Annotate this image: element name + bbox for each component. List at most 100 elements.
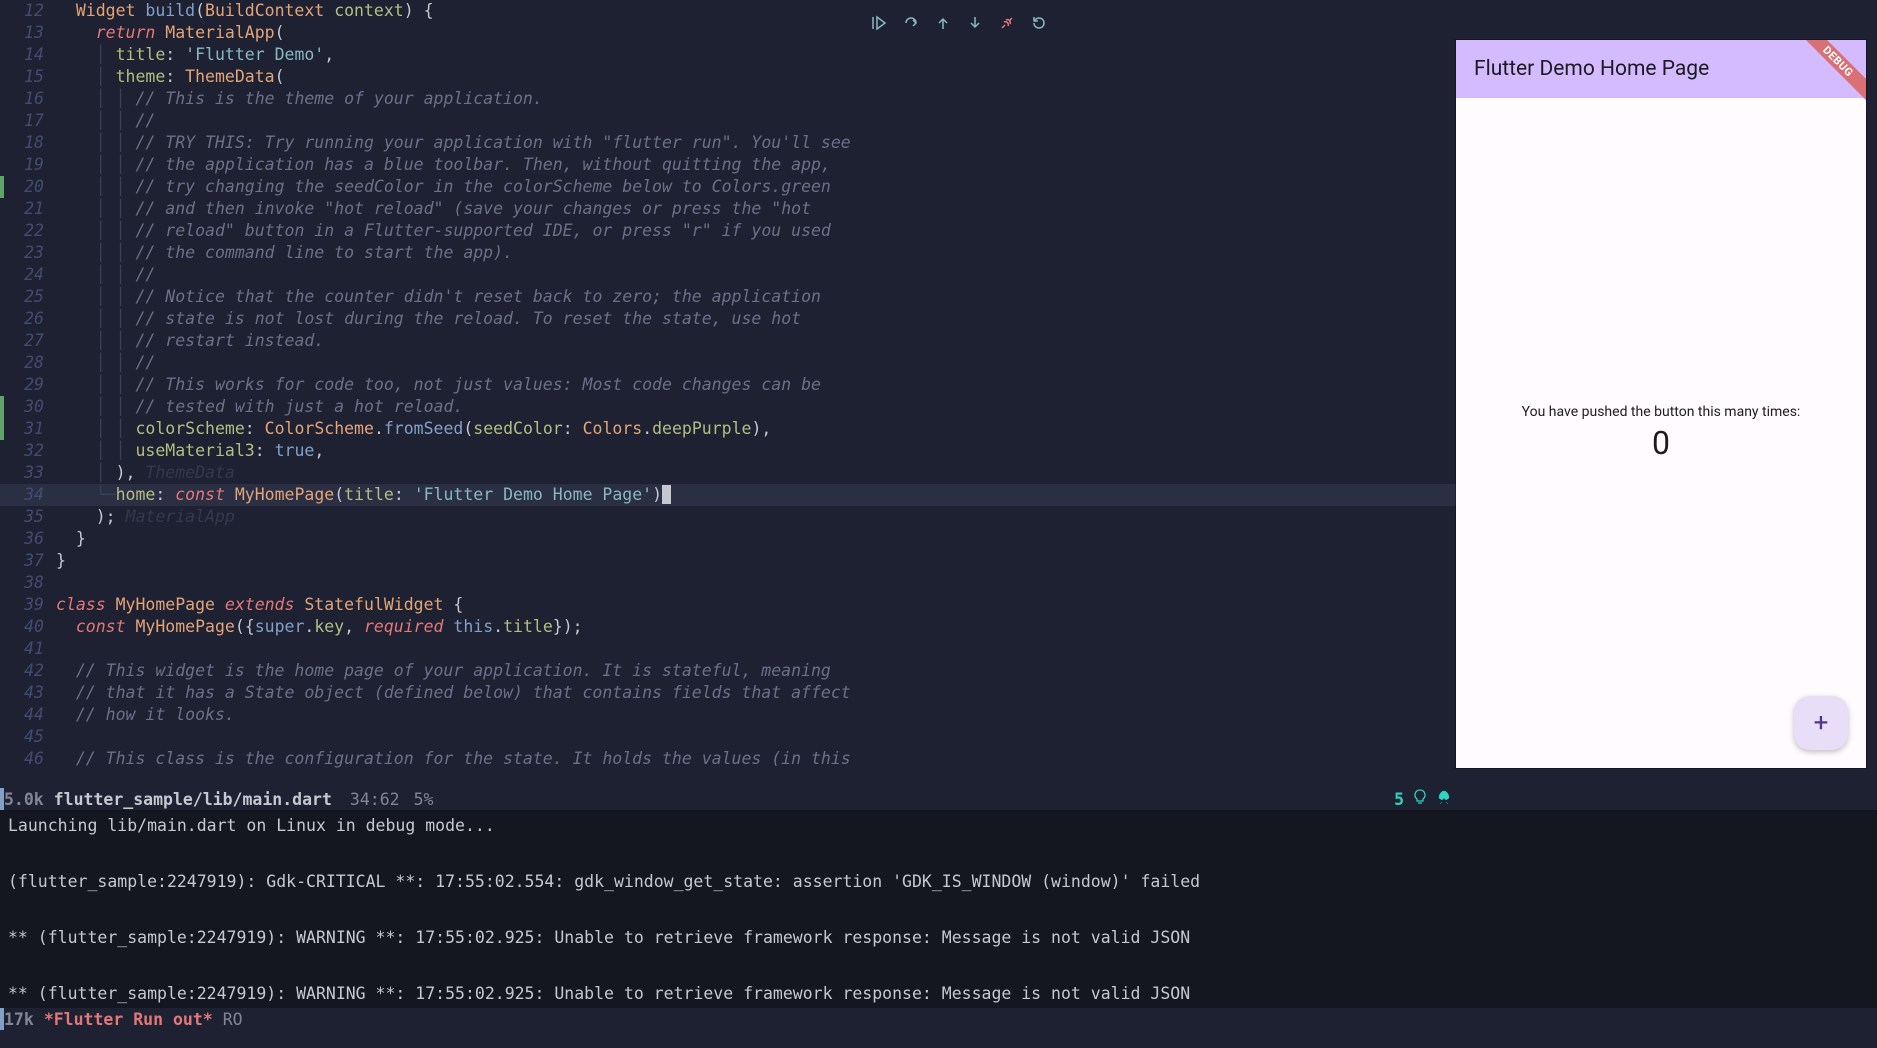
line-number: 37 — [0, 550, 56, 572]
code-line[interactable]: 16 │ │ // This is the theme of your appl… — [0, 88, 1456, 110]
line-number: 38 — [0, 572, 56, 594]
code-line[interactable]: 28 │ │ // — [0, 352, 1456, 374]
code-line[interactable]: 31 │ │ colorScheme: ColorScheme.fromSeed… — [0, 418, 1456, 440]
code-content[interactable]: │ │ colorScheme: ColorScheme.fromSeed(se… — [56, 418, 1456, 440]
code-content[interactable]: │ │ // try changing the seedColor in the… — [56, 176, 1456, 198]
code-line[interactable]: 30 │ │ // tested with just a hot reload. — [0, 396, 1456, 418]
code-line[interactable]: 13 return MaterialApp( — [0, 22, 1456, 44]
line-number: 21 — [0, 198, 56, 220]
code-content[interactable]: // This widget is the home page of your … — [56, 660, 1456, 682]
code-line[interactable]: 43 // that it has a State object (define… — [0, 682, 1456, 704]
line-number: 44 — [0, 704, 56, 726]
line-number: 23 — [0, 242, 56, 264]
code-line[interactable]: 46 // This class is the configuration fo… — [0, 748, 1456, 770]
code-content[interactable] — [56, 572, 1456, 594]
line-number: 18 — [0, 132, 56, 154]
code-content[interactable]: const MyHomePage({super.key, required th… — [56, 616, 1456, 638]
code-content[interactable]: Widget build(BuildContext context) { — [56, 0, 1456, 22]
line-number: 24 — [0, 264, 56, 286]
code-content[interactable]: │ │ // TRY THIS: Try running your applic… — [56, 132, 1456, 154]
code-content[interactable]: // This class is the configuration for t… — [56, 748, 1456, 770]
code-line[interactable]: 25 │ │ // Notice that the counter didn't… — [0, 286, 1456, 308]
file-size: 5.0k — [4, 790, 44, 809]
code-line[interactable]: 24 │ │ // — [0, 264, 1456, 286]
continue-button[interactable] — [870, 14, 888, 32]
code-content[interactable]: └─home: const MyHomePage(title: 'Flutter… — [56, 484, 1456, 506]
code-line[interactable]: 27 │ │ // restart instead. — [0, 330, 1456, 352]
step-over-button[interactable] — [902, 14, 920, 32]
step-out-button[interactable] — [934, 14, 952, 32]
code-content[interactable] — [56, 726, 1456, 748]
code-line[interactable]: 17 │ │ // — [0, 110, 1456, 132]
line-number: 43 — [0, 682, 56, 704]
code-content[interactable]: ); MaterialApp — [56, 506, 1456, 528]
disconnect-button[interactable] — [998, 14, 1016, 32]
code-line[interactable]: 37} — [0, 550, 1456, 572]
code-line[interactable]: 20 │ │ // try changing the seedColor in … — [0, 176, 1456, 198]
line-number: 42 — [0, 660, 56, 682]
rocket-icon[interactable] — [1436, 789, 1452, 809]
code-content[interactable]: │ │ // state is not lost during the relo… — [56, 308, 1456, 330]
code-content[interactable]: │ │ // — [56, 110, 1456, 132]
code-editor[interactable]: 12 Widget build(BuildContext context) {1… — [0, 0, 1456, 788]
code-content[interactable]: │ │ useMaterial3: true, — [56, 440, 1456, 462]
code-line[interactable]: 26 │ │ // state is not lost during the r… — [0, 308, 1456, 330]
code-line[interactable]: 33 │ ), ThemeData — [0, 462, 1456, 484]
code-content[interactable]: │ │ // — [56, 264, 1456, 286]
code-content[interactable]: │ │ // This works for code too, not just… — [56, 374, 1456, 396]
code-content[interactable]: │ │ // and then invoke "hot reload" (sav… — [56, 198, 1456, 220]
code-line[interactable]: 39class MyHomePage extends StatefulWidge… — [0, 594, 1456, 616]
code-content[interactable]: │ │ // tested with just a hot reload. — [56, 396, 1456, 418]
floating-action-button[interactable]: + — [1794, 696, 1848, 750]
terminal-buffer-name: *Flutter Run out* — [44, 1010, 213, 1029]
code-content[interactable] — [56, 638, 1456, 660]
code-line[interactable]: 23 │ │ // the command line to start the … — [0, 242, 1456, 264]
code-content[interactable]: │ │ // the command line to start the app… — [56, 242, 1456, 264]
code-content[interactable]: class MyHomePage extends StatefulWidget … — [56, 594, 1456, 616]
code-line[interactable]: 18 │ │ // TRY THIS: Try running your app… — [0, 132, 1456, 154]
code-line[interactable]: 40 const MyHomePage({super.key, required… — [0, 616, 1456, 638]
lightbulb-icon[interactable] — [1412, 789, 1428, 809]
code-content[interactable]: } — [56, 550, 1456, 572]
code-content[interactable]: // how it looks. — [56, 704, 1456, 726]
code-line[interactable]: 41 — [0, 638, 1456, 660]
code-line[interactable]: 36 } — [0, 528, 1456, 550]
code-line[interactable]: 42 // This widget is the home page of yo… — [0, 660, 1456, 682]
diagnostics-count[interactable]: 5 — [1394, 790, 1404, 809]
code-line[interactable]: 14 │ title: 'Flutter Demo', — [0, 44, 1456, 66]
code-content[interactable]: │ │ // the application has a blue toolba… — [56, 154, 1456, 176]
restart-button[interactable] — [1030, 14, 1048, 32]
line-number: 29 — [0, 374, 56, 396]
line-number: 25 — [0, 286, 56, 308]
line-number: 32 — [0, 440, 56, 462]
code-content[interactable]: // that it has a State object (defined b… — [56, 682, 1456, 704]
line-number: 15 — [0, 66, 56, 88]
code-line[interactable]: 44 // how it looks. — [0, 704, 1456, 726]
code-content[interactable]: │ ), ThemeData — [56, 462, 1456, 484]
code-line[interactable]: 35 ); MaterialApp — [0, 506, 1456, 528]
code-content[interactable]: │ │ // reload" button in a Flutter-suppo… — [56, 220, 1456, 242]
code-content[interactable]: return MaterialApp( — [56, 22, 1456, 44]
code-line[interactable]: 29 │ │ // This works for code too, not j… — [0, 374, 1456, 396]
code-content[interactable]: │ title: 'Flutter Demo', — [56, 44, 1456, 66]
code-content[interactable]: } — [56, 528, 1456, 550]
code-content[interactable]: │ theme: ThemeData( — [56, 66, 1456, 88]
code-line[interactable]: 34 └─home: const MyHomePage(title: 'Flut… — [0, 484, 1456, 506]
code-content[interactable]: │ │ // Notice that the counter didn't re… — [56, 286, 1456, 308]
terminal-output[interactable]: Launching lib/main.dart on Linux in debu… — [0, 810, 1877, 1008]
line-number: 17 — [0, 110, 56, 132]
code-content[interactable]: │ │ // — [56, 352, 1456, 374]
code-line[interactable]: 12 Widget build(BuildContext context) { — [0, 0, 1456, 22]
step-into-button[interactable] — [966, 14, 984, 32]
code-line[interactable]: 38 — [0, 572, 1456, 594]
code-line[interactable]: 32 │ │ useMaterial3: true, — [0, 440, 1456, 462]
code-line[interactable]: 15 │ theme: ThemeData( — [0, 66, 1456, 88]
code-content[interactable]: │ │ // This is the theme of your applica… — [56, 88, 1456, 110]
line-number: 34 — [0, 484, 56, 506]
code-content[interactable]: │ │ // restart instead. — [56, 330, 1456, 352]
code-line[interactable]: 19 │ │ // the application has a blue too… — [0, 154, 1456, 176]
code-line[interactable]: 21 │ │ // and then invoke "hot reload" (… — [0, 198, 1456, 220]
code-line[interactable]: 22 │ │ // reload" button in a Flutter-su… — [0, 220, 1456, 242]
code-line[interactable]: 45 — [0, 726, 1456, 748]
line-number: 27 — [0, 330, 56, 352]
